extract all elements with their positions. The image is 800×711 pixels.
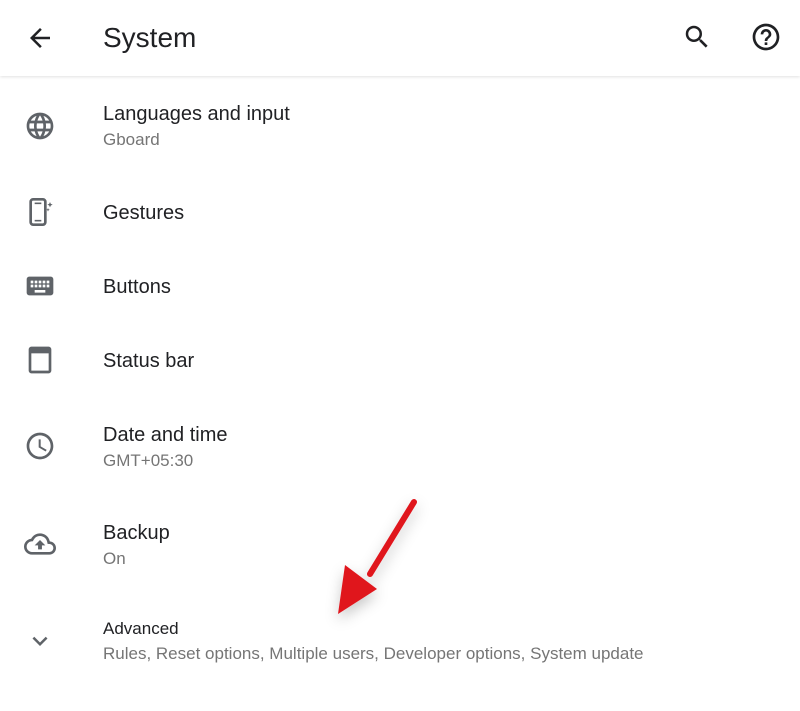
arrow-back-icon	[30, 28, 50, 48]
setting-label: Gestures	[103, 202, 185, 224]
setting-languages-and-input[interactable]: Languages and input Gboard	[0, 88, 800, 168]
search-icon	[685, 25, 708, 48]
globe-icon	[20, 106, 60, 146]
setting-label: Date and time	[103, 424, 228, 446]
phone-gesture-icon	[20, 192, 60, 232]
setting-summary: Rules, Reset options, Multiple users, De…	[103, 644, 644, 663]
cloud-upload-icon	[20, 524, 60, 564]
chevron-down-icon	[20, 621, 60, 661]
setting-advanced[interactable]: Advanced Rules, Reset options, Multiple …	[0, 608, 800, 680]
setting-summary: GMT+05:30	[103, 451, 194, 470]
settings-screen: System Languages and input Gboard Gestur…	[0, 0, 800, 711]
search-button[interactable]	[675, 15, 719, 59]
help-icon	[752, 23, 780, 51]
setting-label: Languages and input	[103, 103, 290, 125]
setting-status-bar[interactable]: Status bar	[0, 326, 800, 396]
setting-gestures[interactable]: Gestures	[0, 178, 800, 248]
setting-label: Backup	[103, 522, 170, 544]
clock-icon	[20, 426, 60, 466]
setting-label: Advanced	[103, 619, 179, 638]
setting-label: Status bar	[103, 350, 195, 372]
page-title: System	[103, 22, 197, 53]
help-button[interactable]	[744, 15, 788, 59]
back-button[interactable]	[18, 16, 62, 60]
setting-label: Buttons	[103, 276, 171, 298]
setting-summary: On	[103, 549, 126, 568]
setting-buttons[interactable]: Buttons	[0, 252, 800, 322]
keyboard-icon	[20, 266, 60, 306]
status-bar-icon	[20, 340, 60, 380]
setting-date-and-time[interactable]: Date and time GMT+05:30	[0, 410, 800, 490]
app-bar: System	[0, 0, 800, 76]
setting-backup[interactable]: Backup On	[0, 508, 800, 588]
setting-summary: Gboard	[103, 130, 160, 149]
